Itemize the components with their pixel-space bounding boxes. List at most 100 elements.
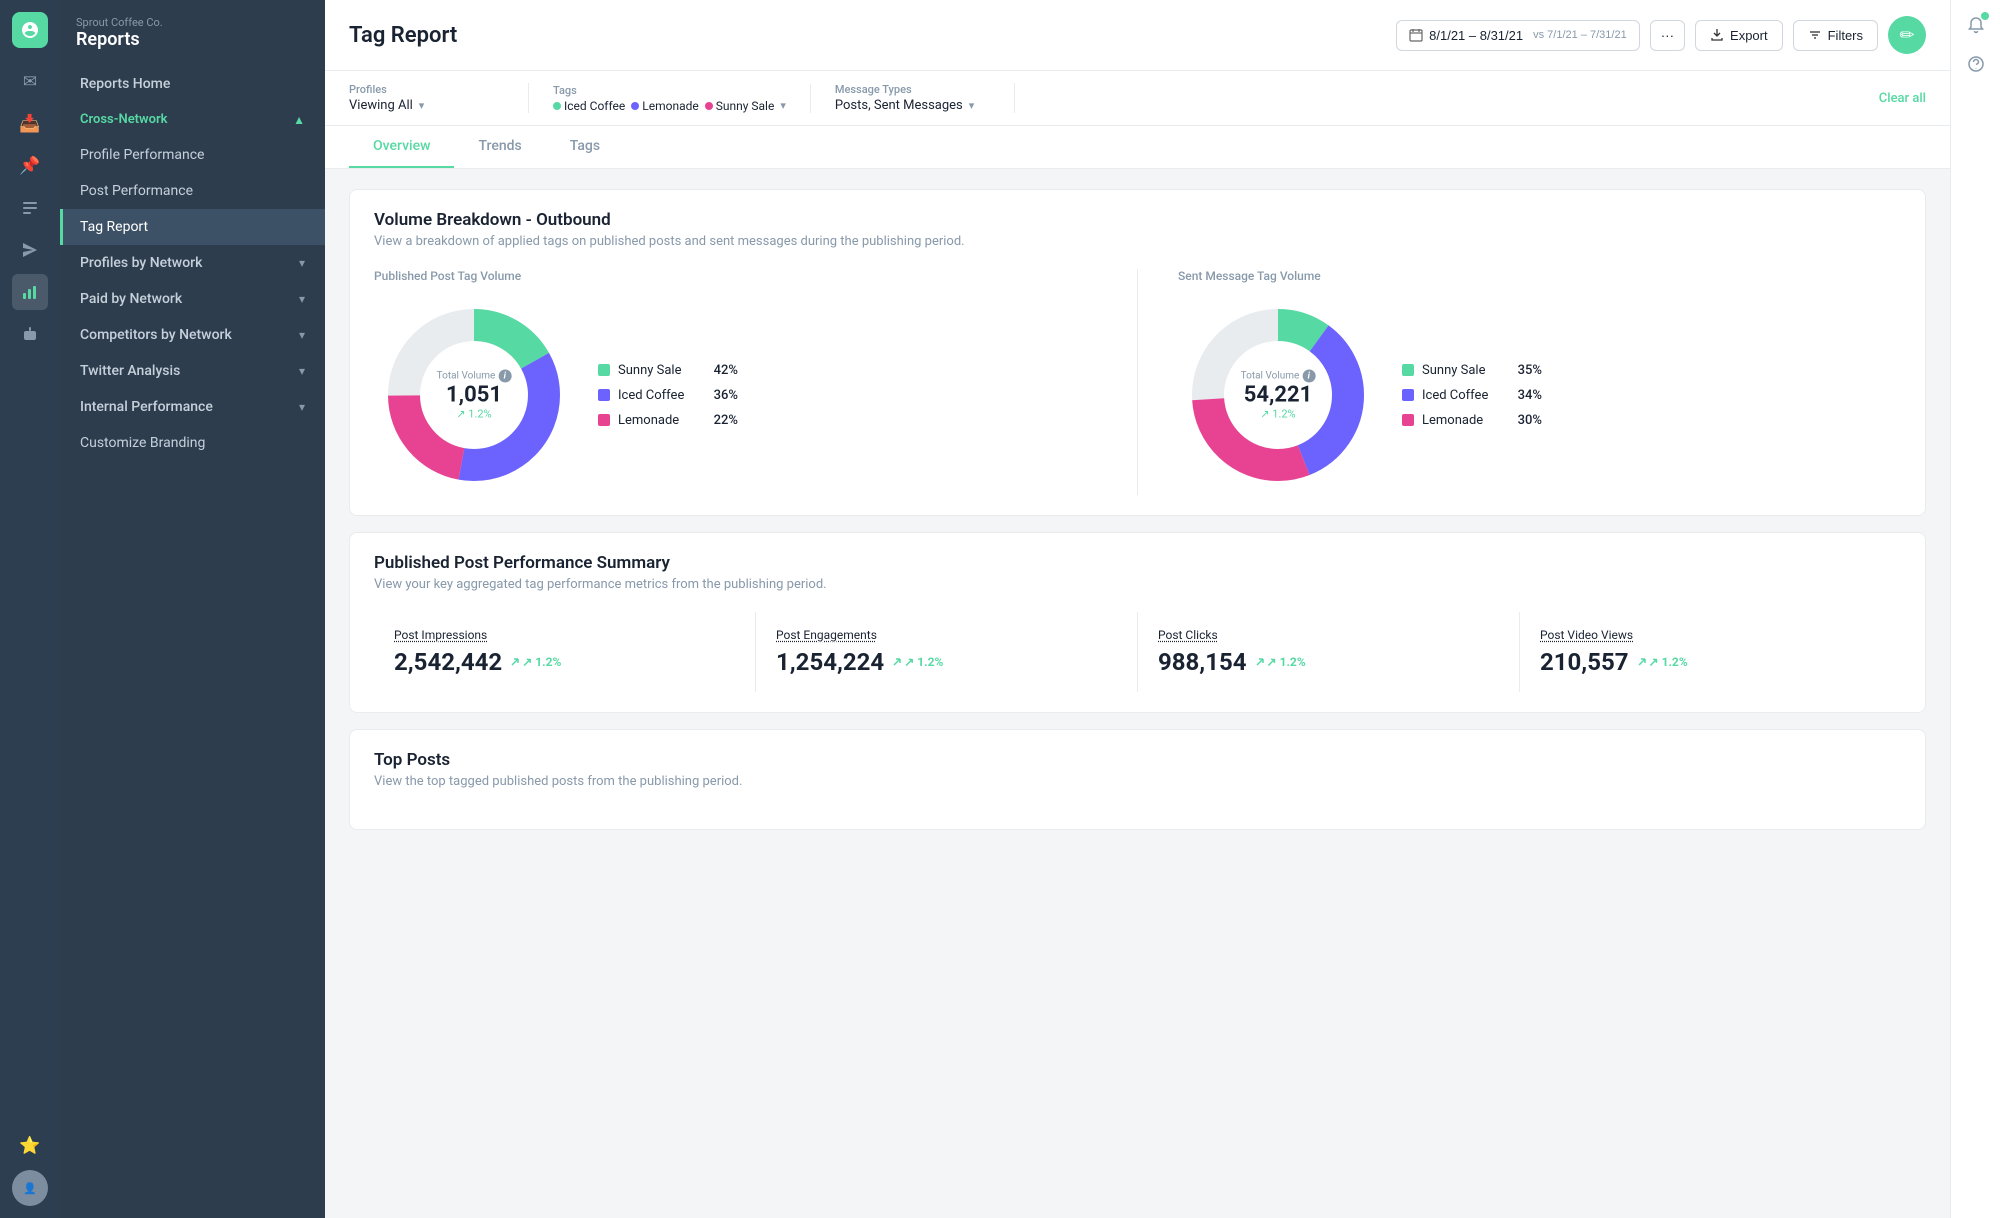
right-icons-panel: [1950, 0, 2000, 1218]
nav-icon-publishing[interactable]: [12, 190, 48, 226]
help-icon[interactable]: [1967, 55, 1985, 78]
published-chart-label: Published Post Tag Volume: [374, 269, 1097, 283]
sidebar-item-post-performance[interactable]: Post Performance: [60, 173, 325, 209]
post-impressions-change: ↗ 1.2%: [510, 655, 561, 669]
tag-sunny-sale: Sunny Sale: [705, 99, 775, 113]
chevron-down-icon: ▾: [299, 400, 305, 414]
filters-button[interactable]: Filters: [1793, 20, 1878, 51]
sidebar-item-profiles-by-network[interactable]: Profiles by Network ▾: [60, 245, 325, 281]
header-actions: 8/1/21 – 8/31/21 vs 7/1/21 – 7/31/21 ···…: [1396, 16, 1926, 54]
sidebar-item-internal-performance[interactable]: Internal Performance ▾: [60, 389, 325, 425]
sent-legend-sunny-sale: Sunny Sale 35%: [1402, 363, 1542, 378]
metric-post-impressions: Post Impressions 2,542,442 ↗ 1.2%: [374, 612, 756, 692]
user-avatar[interactable]: 👤: [12, 1170, 48, 1206]
post-engagements-change: ↗ 1.2%: [892, 655, 943, 669]
info-icon: i: [498, 370, 511, 383]
published-donut-center: Total Volume i 1,051 ↗ 1.2%: [437, 370, 512, 421]
sent-legend: Sunny Sale 35% Iced Coffee 34%: [1402, 363, 1542, 428]
volume-breakdown-title: Volume Breakdown - Outbound: [374, 210, 1901, 230]
company-info: Sprout Coffee Co. Reports: [60, 16, 325, 66]
nav-icon-star[interactable]: ⭐: [12, 1128, 48, 1164]
sent-donut-wrapper: Total Volume i 54,221 ↗ 1.2%: [1178, 295, 1901, 495]
tab-tags[interactable]: Tags: [546, 126, 624, 168]
sidebar-reports-home[interactable]: Reports Home: [60, 66, 325, 102]
post-engagements-label: Post Engagements: [776, 628, 1117, 642]
published-legend: Sunny Sale 42% Iced Coffee 36%: [598, 363, 738, 428]
clear-all-button[interactable]: Clear all: [1879, 91, 1926, 106]
tags-filter[interactable]: Tags Iced Coffee Lemonade Sunny Sale ▾: [553, 84, 811, 113]
post-video-views-value: 210,557 ↗ 1.2%: [1540, 648, 1881, 676]
sidebar-cross-network[interactable]: Cross-Network ▲: [60, 102, 325, 137]
legend-item-lemonade: Lemonade 22%: [598, 413, 738, 428]
page-title: Tag Report: [349, 23, 457, 48]
post-clicks-label: Post Clicks: [1158, 628, 1499, 642]
compose-button[interactable]: ✏: [1888, 16, 1926, 54]
published-center-value: 1,051: [437, 383, 512, 408]
sent-dot-iced-coffee: [1402, 389, 1414, 401]
metric-post-engagements: Post Engagements 1,254,224 ↗ 1.2%: [756, 612, 1138, 692]
notifications-icon[interactable]: [1967, 16, 1985, 39]
published-donut-wrapper: Total Volume i 1,051 ↗ 1.2%: [374, 295, 1097, 495]
chevron-down-icon: ▾: [299, 328, 305, 342]
post-engagements-value: 1,254,224 ↗ 1.2%: [776, 648, 1117, 676]
profiles-chevron-icon: ▾: [419, 99, 425, 112]
tag-iced-coffee: Iced Coffee: [553, 99, 625, 113]
sidebar-item-twitter-analysis[interactable]: Twitter Analysis ▾: [60, 353, 325, 389]
message-types-value: Posts, Sent Messages ▾: [835, 98, 990, 113]
more-options-button[interactable]: ···: [1650, 20, 1685, 51]
published-donut-svg: Total Volume i 1,051 ↗ 1.2%: [374, 295, 574, 495]
metrics-row: Post Impressions 2,542,442 ↗ 1.2% Post E…: [374, 612, 1901, 692]
message-types-label: Message Types: [835, 83, 990, 96]
post-performance-subtitle: View your key aggregated tag performance…: [374, 577, 1901, 592]
charts-row: Published Post Tag Volume: [374, 269, 1901, 495]
post-clicks-value: 988,154 ↗ 1.2%: [1158, 648, 1499, 676]
nav-icon-reports[interactable]: [12, 274, 48, 310]
date-range-label: 8/1/21 – 8/31/21: [1429, 28, 1523, 43]
chevron-down-icon: ▾: [299, 292, 305, 306]
volume-breakdown-subtitle: View a breakdown of applied tags on publ…: [374, 234, 1901, 249]
sidebar-item-competitors-by-network[interactable]: Competitors by Network ▾: [60, 317, 325, 353]
tags-filter-value: Iced Coffee Lemonade Sunny Sale ▾: [553, 99, 786, 113]
sent-dot-sunny-sale: [1402, 364, 1414, 376]
legend-item-iced-coffee: Iced Coffee 36%: [598, 388, 738, 403]
sent-info-icon: i: [1302, 370, 1315, 383]
chart-divider: [1137, 269, 1138, 495]
export-button[interactable]: Export: [1695, 20, 1783, 51]
export-label: Export: [1730, 28, 1768, 43]
date-range-button[interactable]: 8/1/21 – 8/31/21 vs 7/1/21 – 7/31/21: [1396, 20, 1640, 51]
published-center-change: ↗ 1.2%: [437, 408, 512, 421]
published-post-chart: Published Post Tag Volume: [374, 269, 1097, 495]
sidebar-sub-items: Profile Performance Post Performance Tag…: [60, 137, 325, 461]
post-impressions-label: Post Impressions: [394, 628, 735, 642]
message-types-filter[interactable]: Message Types Posts, Sent Messages ▾: [835, 83, 1015, 113]
tab-overview[interactable]: Overview: [349, 126, 454, 168]
sent-legend-iced-coffee: Iced Coffee 34%: [1402, 388, 1542, 403]
content-area: Volume Breakdown - Outbound View a break…: [325, 169, 1950, 1218]
top-posts-title: Top Posts: [374, 750, 1901, 770]
sent-donut-svg: Total Volume i 54,221 ↗ 1.2%: [1178, 295, 1378, 495]
sidebar-item-customize-branding[interactable]: Customize Branding: [60, 425, 325, 461]
nav-icon-tasks[interactable]: 📌: [12, 148, 48, 184]
post-clicks-change: ↗ 1.2%: [1255, 655, 1306, 669]
nav-icon-inbox[interactable]: 📥: [12, 106, 48, 142]
sidebar-item-profile-performance[interactable]: Profile Performance: [60, 137, 325, 173]
sidebar-item-tag-report[interactable]: Tag Report: [60, 209, 325, 245]
nav-icon-compose[interactable]: ✉: [12, 64, 48, 100]
legend-dot-sunny-sale: [598, 364, 610, 376]
nav-icon-bot[interactable]: [12, 316, 48, 352]
tags-filter-label: Tags: [553, 84, 786, 97]
top-posts-subtitle: View the top tagged published posts from…: [374, 774, 1901, 789]
legend-item-sunny-sale: Sunny Sale 42%: [598, 363, 738, 378]
nav-icon-send[interactable]: [12, 232, 48, 268]
sent-donut-center: Total Volume i 54,221 ↗ 1.2%: [1241, 370, 1316, 421]
sidebar-item-paid-by-network[interactable]: Paid by Network ▾: [60, 281, 325, 317]
filters-label: Filters: [1828, 28, 1863, 43]
post-video-views-change: ↗ 1.2%: [1637, 655, 1688, 669]
sent-dot-lemonade: [1402, 414, 1414, 426]
profiles-filter[interactable]: Profiles Viewing All ▾: [349, 83, 529, 113]
tab-trends[interactable]: Trends: [454, 126, 545, 168]
main-content: Tag Report 8/1/21 – 8/31/21 vs 7/1/21 – …: [325, 0, 1950, 1218]
sent-center-value: 54,221: [1241, 383, 1316, 408]
sidebar: Sprout Coffee Co. Reports Reports Home C…: [60, 0, 325, 1218]
sidebar-nav: Reports Home Cross-Network ▲ Profile Per…: [60, 66, 325, 461]
